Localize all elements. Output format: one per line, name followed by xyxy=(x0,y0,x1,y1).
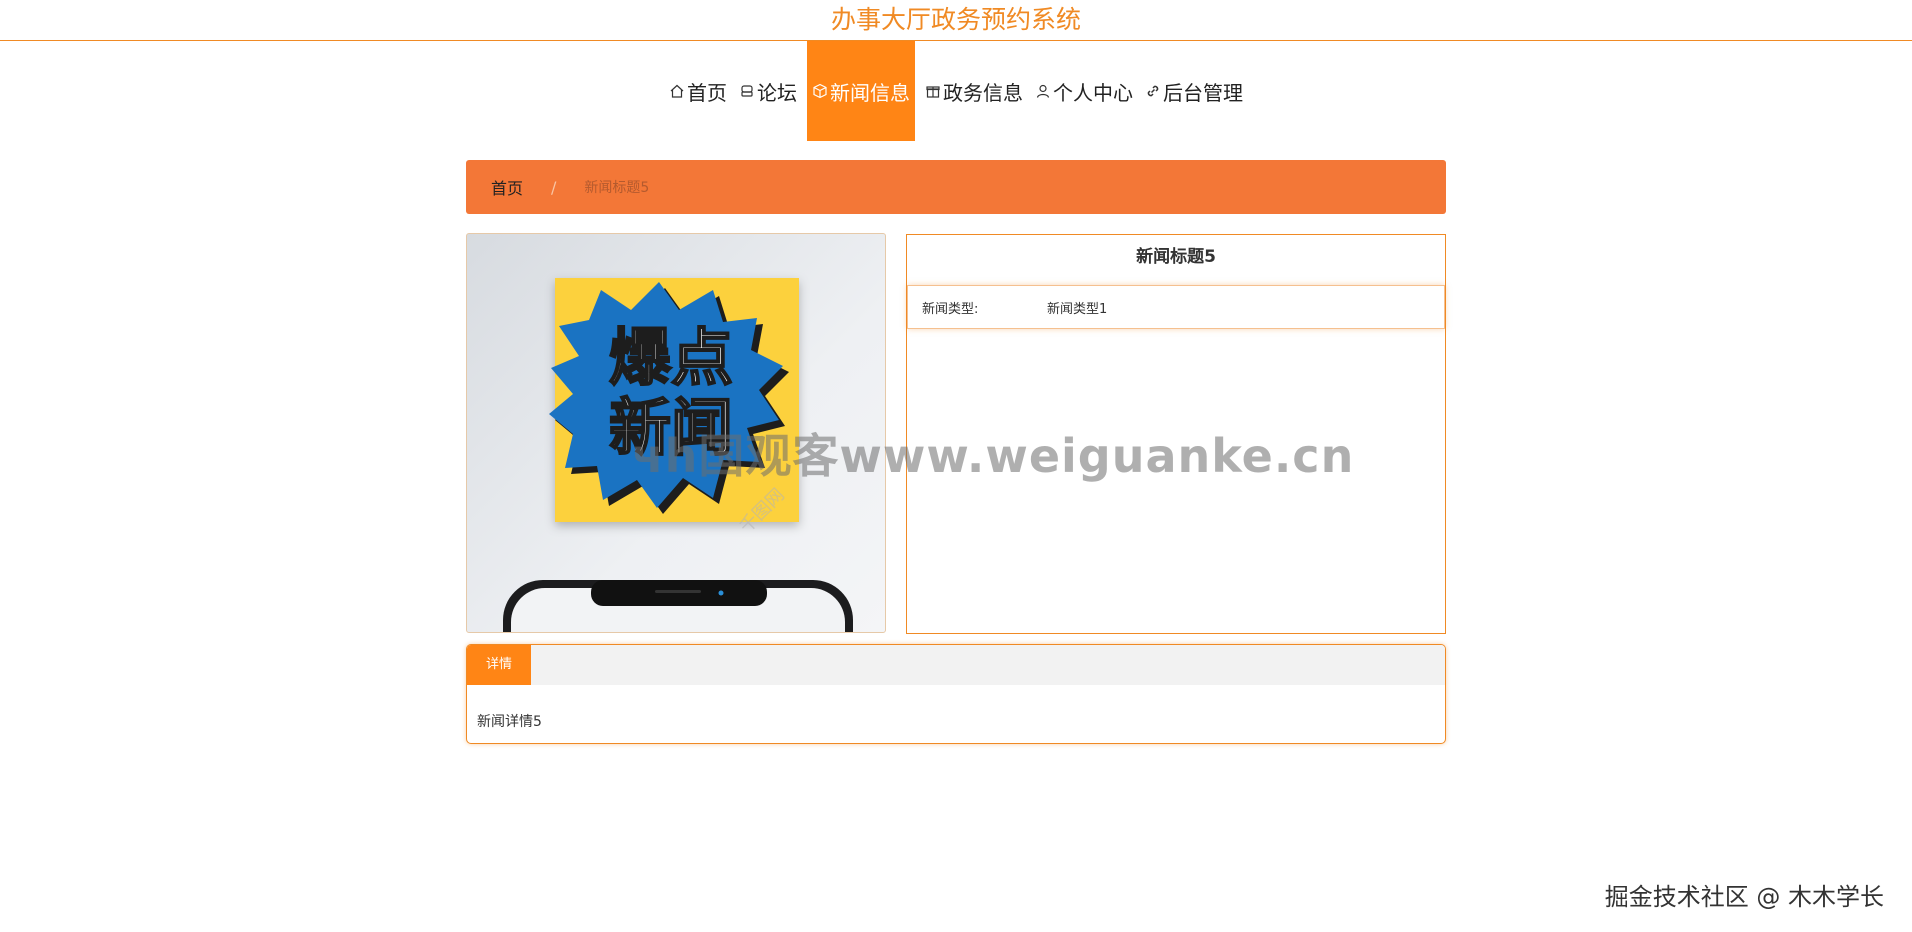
user-icon xyxy=(1035,83,1051,99)
news-type-value: 新闻类型1 xyxy=(1047,301,1108,317)
nav-item-label: 后台管理 xyxy=(1163,80,1243,105)
breadcrumb-home-link[interactable]: 首页 xyxy=(491,175,523,199)
main-nav: 首页 论坛 新闻信息 政务信息 个人中心 后台管理 xyxy=(0,41,1912,141)
breadcrumb-separator: / xyxy=(551,177,557,197)
news-type-label: 新闻类型: xyxy=(922,301,979,317)
nav-item-label: 首页 xyxy=(687,80,727,105)
nav-item-news[interactable]: 新闻信息 xyxy=(807,41,915,141)
link-icon xyxy=(1145,83,1161,99)
nav-item-label: 政务信息 xyxy=(943,80,1023,105)
nav-item-profile[interactable]: 个人中心 xyxy=(1029,41,1139,141)
nav-item-label: 个人中心 xyxy=(1053,80,1133,105)
watermark-text: чh国观客www.weiguanke.cn xyxy=(632,429,1355,483)
breadcrumb: 首页 / 新闻标题5 xyxy=(466,160,1446,214)
forum-icon xyxy=(739,83,755,99)
site-title: 办事大厅政务预约系统 xyxy=(0,0,1912,41)
cube-icon xyxy=(812,83,828,99)
detail-panel: 详情 新闻详情5 xyxy=(466,644,1446,744)
tab-detail[interactable]: 详情 xyxy=(467,645,531,685)
footer-watermark: 掘金技术社区 @ 木木学长 xyxy=(1604,883,1884,911)
news-title: 新闻标题5 xyxy=(1136,247,1216,267)
image-text-top: 爆点 xyxy=(609,321,733,394)
nav-item-home[interactable]: 首页 xyxy=(663,41,733,141)
breadcrumb-current: 新闻标题5 xyxy=(584,180,650,196)
nav-item-label: 论坛 xyxy=(757,80,797,105)
detail-content: 新闻详情5 xyxy=(477,714,542,730)
news-type-row: 新闻类型: 新闻类型1 xyxy=(907,285,1445,329)
home-icon xyxy=(669,83,685,99)
nav-item-forum[interactable]: 论坛 xyxy=(733,41,803,141)
nav-item-gov[interactable]: 政务信息 xyxy=(919,41,1029,141)
nav-item-admin[interactable]: 后台管理 xyxy=(1139,41,1249,141)
detail-tabs: 详情 xyxy=(467,645,1445,685)
gift-icon xyxy=(925,83,941,99)
nav-item-label: 新闻信息 xyxy=(830,80,910,105)
